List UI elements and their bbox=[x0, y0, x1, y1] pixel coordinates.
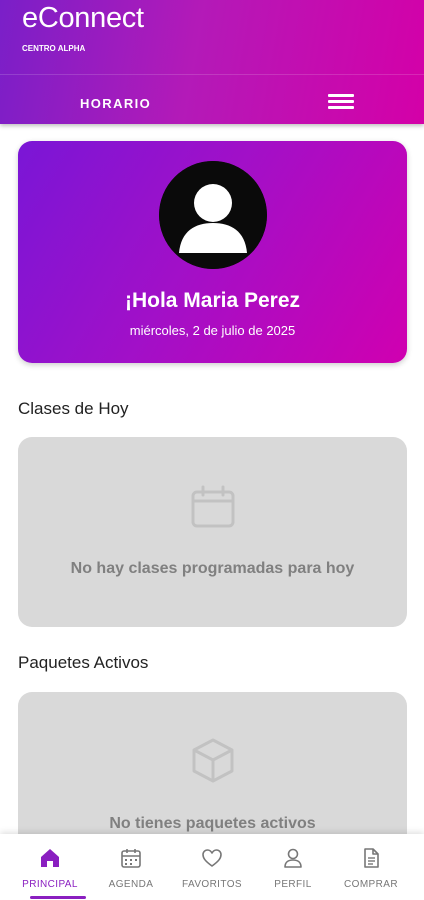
greeting-card: ¡Hola Maria Perez miércoles, 2 de julio … bbox=[18, 141, 407, 363]
nav-label-favoritos: FAVORITOS bbox=[182, 879, 242, 890]
hamburger-menu-icon[interactable] bbox=[328, 91, 356, 113]
center-name: CENTRO ALPHA bbox=[22, 44, 86, 53]
nav-label-perfil: PERFIL bbox=[274, 879, 312, 890]
bottom-navigation: PRINCIPAL AGENDA FAVORITOS PERFIL COMPRA… bbox=[0, 834, 424, 900]
nav-item-agenda[interactable]: AGENDA bbox=[89, 834, 173, 900]
nav-label-comprar: COMPRAR bbox=[344, 879, 398, 890]
heart-icon bbox=[201, 847, 223, 869]
greeting-text: ¡Hola Maria Perez bbox=[124, 289, 301, 312]
user-avatar-icon[interactable] bbox=[159, 161, 267, 269]
active-tab-indicator bbox=[30, 896, 86, 899]
nav-label-principal: PRINCIPAL bbox=[22, 879, 78, 890]
current-date: miércoles, 2 de julio de 2025 bbox=[129, 323, 296, 338]
nav-item-principal[interactable]: PRINCIPAL bbox=[8, 834, 92, 900]
calendar-icon bbox=[189, 483, 237, 531]
app-title: eConnect bbox=[22, 2, 144, 34]
nav-item-perfil[interactable]: PERFIL bbox=[251, 834, 335, 900]
classes-today-card: No hay clases programadas para hoy bbox=[18, 437, 407, 627]
nav-label-agenda: AGENDA bbox=[108, 879, 154, 890]
nav-item-comprar[interactable]: COMPRAR bbox=[329, 834, 413, 900]
header-divider bbox=[0, 74, 424, 75]
calendar-icon bbox=[120, 847, 142, 869]
box-icon bbox=[189, 736, 237, 784]
no-packages-message: No tienes paquetes activos bbox=[109, 815, 316, 832]
nav-item-favoritos[interactable]: FAVORITOS bbox=[170, 834, 254, 900]
document-icon bbox=[360, 847, 382, 869]
classes-today-title: Clases de Hoy bbox=[18, 399, 129, 418]
app-header: eConnect CENTRO ALPHA HORARIO bbox=[0, 0, 424, 124]
schedule-nav-link[interactable]: HORARIO bbox=[80, 96, 151, 111]
no-classes-message: No hay clases programadas para hoy bbox=[70, 560, 355, 577]
home-icon bbox=[39, 847, 61, 869]
active-packages-title: Paquetes Activos bbox=[18, 653, 149, 672]
user-icon bbox=[282, 847, 304, 869]
